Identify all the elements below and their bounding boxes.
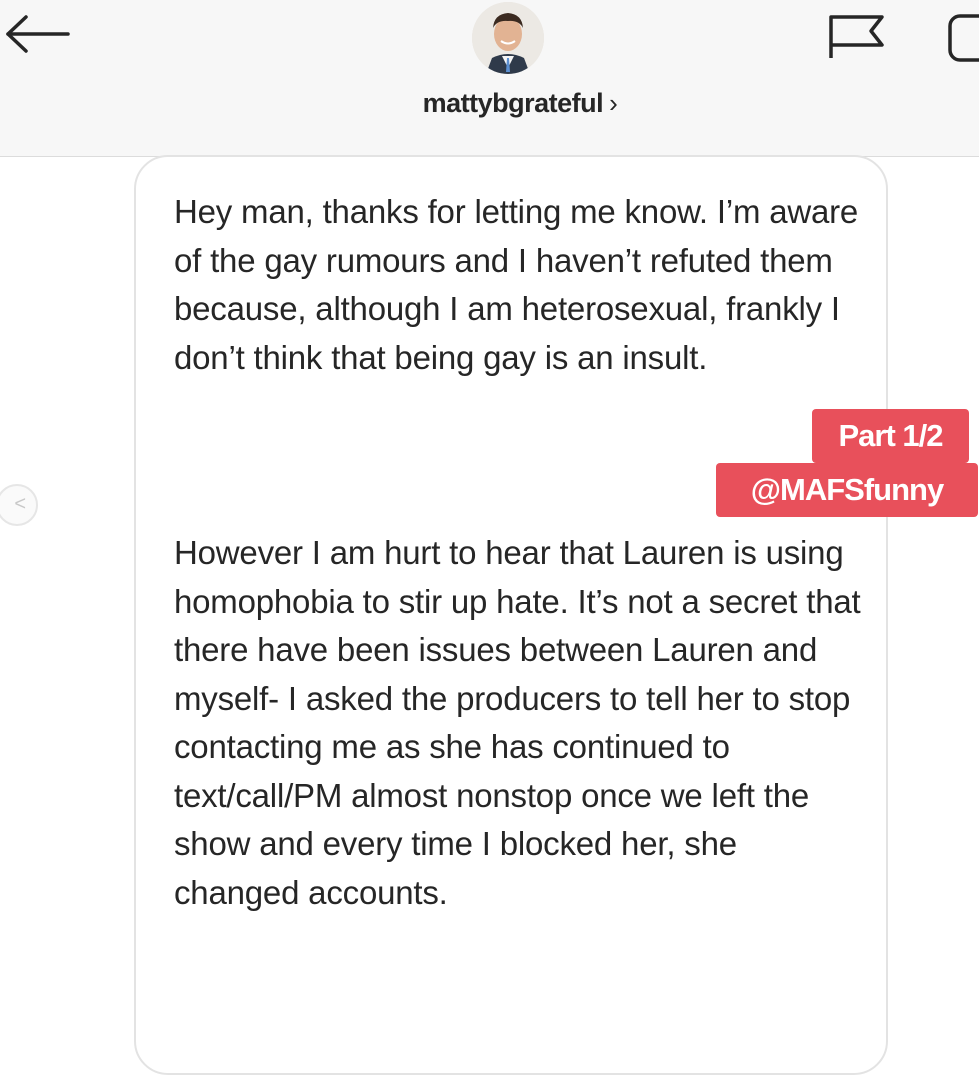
username: mattybgrateful [422,88,604,118]
message-paragraph-1: Hey man, thanks for letting me know. I’m… [174,193,859,376]
flag-button[interactable] [828,14,886,60]
chat-header: mattybgrateful › [0,0,979,157]
part-label-badge: Part 1/2 [812,409,969,463]
username-link[interactable]: mattybgrateful › [0,88,979,119]
info-button[interactable] [946,12,979,62]
profile-photo [472,2,544,74]
flag-icon [829,15,884,58]
avatar[interactable] [472,2,544,74]
arrow-left-icon [6,15,70,53]
back-button[interactable] [4,14,70,54]
message-paragraph-2: However I am hurt to hear that Lauren is… [174,534,861,911]
chevron-left-icon: < [14,493,26,515]
info-icon [948,14,979,62]
previous-story-button[interactable]: < [0,484,38,526]
watermark-handle-badge: @MAFSfunny [716,463,978,517]
chevron-right-icon: › [609,88,618,118]
